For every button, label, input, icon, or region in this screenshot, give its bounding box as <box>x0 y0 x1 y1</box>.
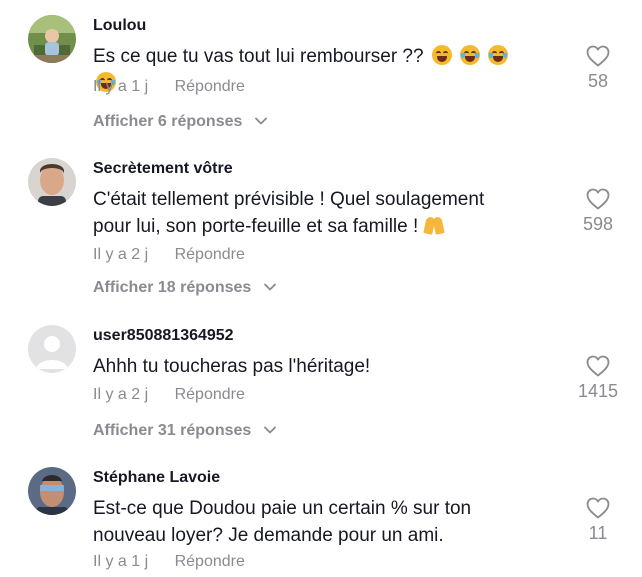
tears-of-joy-emoji <box>460 45 481 65</box>
view-replies-label: Afficher 31 réponses <box>93 422 252 439</box>
heart-outline-icon <box>586 497 610 519</box>
default-avatar-icon <box>28 325 76 373</box>
comment-text: Est-ce que Doudou paie un certain % sur … <box>93 498 472 546</box>
comment-timestamp: Il y a 2 j <box>93 246 149 263</box>
avatar-photo <box>28 158 76 206</box>
avatar[interactable] <box>28 158 76 206</box>
reply-button[interactable]: Répondre <box>175 386 245 404</box>
comment-list: Loulou Es ce que tu vas tout lui rembour… <box>0 0 642 577</box>
like-button[interactable]: 58 <box>568 45 628 92</box>
chevron-down-icon <box>263 278 276 296</box>
chevron-down-icon <box>263 421 276 439</box>
view-replies-button[interactable]: Afficher 6 réponses <box>93 112 267 131</box>
chevron-down-icon <box>254 112 267 130</box>
like-count: 11 <box>588 523 608 543</box>
heart-outline-icon <box>586 355 610 377</box>
view-replies-button[interactable]: Afficher 31 réponses <box>93 421 276 440</box>
comment-meta: Il y a 1 j Répondre <box>93 553 245 571</box>
heart-outline-icon <box>586 45 610 67</box>
like-button[interactable]: 1415 <box>568 355 628 402</box>
like-button[interactable]: 598 <box>568 188 628 235</box>
folded-hands-emoji <box>424 216 444 234</box>
tears-of-joy-emoji <box>488 45 509 65</box>
avatar[interactable] <box>28 15 76 63</box>
reply-button[interactable]: Répondre <box>175 78 245 96</box>
comment-timestamp: Il y a 2 j <box>93 386 149 403</box>
reply-button[interactable]: Répondre <box>175 246 245 264</box>
comment-username[interactable]: Loulou <box>93 17 146 35</box>
view-replies-label: Afficher 6 réponses <box>93 113 243 130</box>
heart-outline-icon <box>586 188 610 210</box>
like-count: 598 <box>582 214 614 234</box>
comment-meta: Il y a 2 j Répondre <box>93 386 245 404</box>
reply-button[interactable]: Répondre <box>175 553 245 571</box>
comment-text: Ahhh tu toucheras pas l'héritage! <box>93 356 371 377</box>
avatar-photo <box>28 15 76 63</box>
avatar-photo <box>28 467 76 515</box>
avatar[interactable] <box>28 325 76 373</box>
comment-username[interactable]: Stéphane Lavoie <box>93 469 220 487</box>
like-button[interactable]: 11 <box>568 497 628 544</box>
comment-username[interactable]: Secrètement vôtre <box>93 160 233 178</box>
like-count: 58 <box>587 71 609 91</box>
comment-username[interactable]: user850881364952 <box>93 327 234 345</box>
comment-timestamp: Il y a 1 j <box>93 78 149 95</box>
view-replies-button[interactable]: Afficher 18 réponses <box>93 278 276 297</box>
avatar[interactable] <box>28 467 76 515</box>
smiling-sweat-emoji <box>431 45 452 65</box>
like-count: 1415 <box>577 381 619 401</box>
comment-text: C'était tellement prévisible ! Quel soul… <box>93 189 485 237</box>
comment-timestamp: Il y a 1 j <box>93 553 149 570</box>
view-replies-label: Afficher 18 réponses <box>93 279 252 296</box>
comment-meta: Il y a 2 j Répondre <box>93 246 245 264</box>
comment-meta: Il y a 1 j Répondre <box>93 78 245 96</box>
